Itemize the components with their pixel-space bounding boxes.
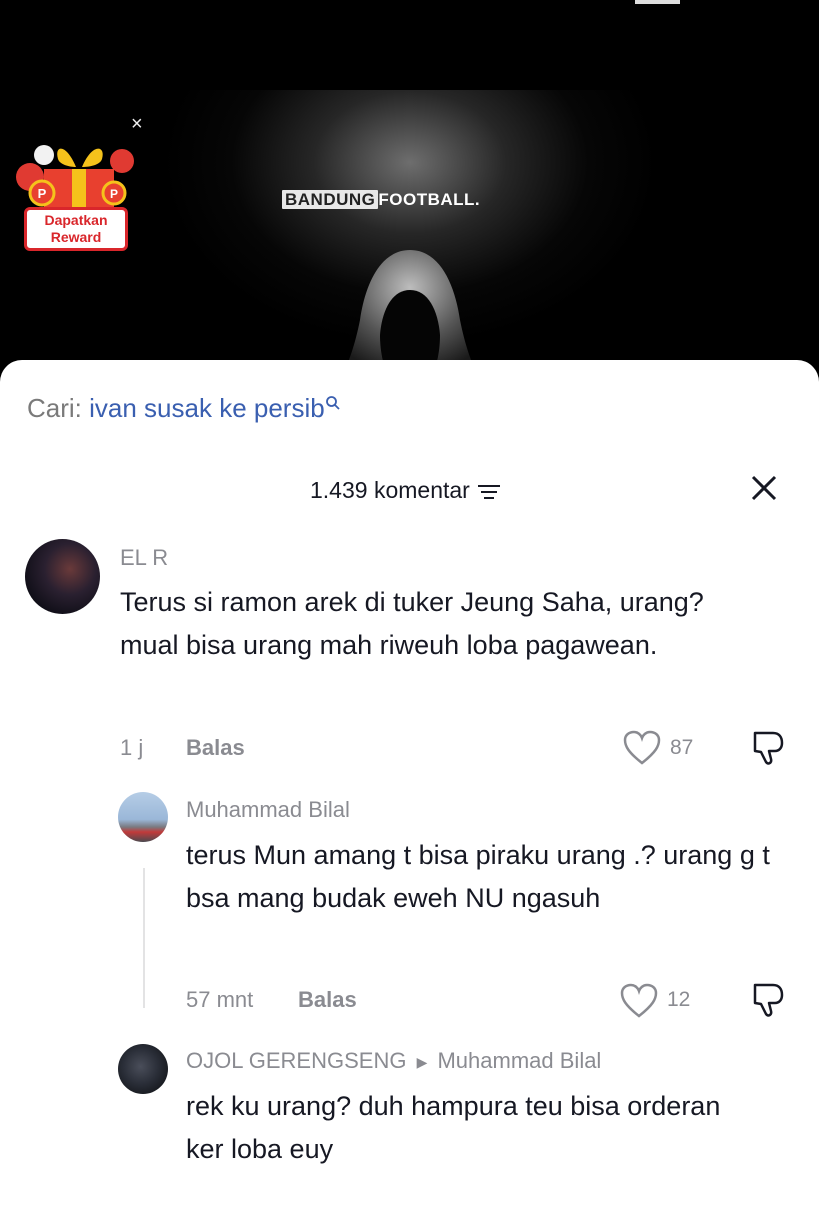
like-count: 87 bbox=[670, 736, 694, 759]
comment-username[interactable]: OJOL GERENGSENG ▶ Muhammad Bilal bbox=[186, 1048, 601, 1074]
search-query[interactable]: ivan susak ke persib bbox=[89, 393, 325, 423]
status-indicator bbox=[635, 0, 680, 4]
reward-label[interactable]: Dapatkan Reward bbox=[24, 207, 128, 251]
thread-line bbox=[143, 868, 145, 1008]
reward-close-icon[interactable]: × bbox=[131, 113, 143, 136]
reply-arrow-icon: ▶ bbox=[416, 1053, 428, 1070]
comment-count: 1.439 komentar bbox=[310, 477, 470, 503]
reward-widget[interactable]: P P Dapatkan Reward bbox=[14, 135, 138, 257]
hooded-figure-image bbox=[342, 250, 478, 375]
comment-text: terus Mun amang t bisa piraku urang .? u… bbox=[186, 840, 770, 913]
video-brand-watermark: BANDUNG FOOTBALL. bbox=[282, 190, 480, 210]
reply-button[interactable]: Balas bbox=[186, 735, 245, 761]
close-icon[interactable] bbox=[748, 472, 780, 504]
filter-icon[interactable] bbox=[476, 483, 502, 501]
avatar[interactable] bbox=[118, 792, 168, 842]
comment-time: 1 j bbox=[120, 735, 144, 760]
comment-time: 57 mnt bbox=[186, 987, 254, 1012]
comment-username[interactable]: EL R bbox=[120, 545, 168, 571]
search-suggestion[interactable]: Cari: ivan susak ke persib bbox=[27, 393, 341, 424]
video-player[interactable]: BANDUNG FOOTBALL. P P Dapatkan Reward × bbox=[0, 0, 819, 380]
dislike-icon[interactable] bbox=[749, 729, 787, 767]
heart-icon[interactable] bbox=[620, 983, 658, 1019]
gift-icon: P P bbox=[16, 145, 134, 209]
search-prefix: Cari: bbox=[27, 393, 82, 423]
heart-icon[interactable] bbox=[623, 730, 661, 766]
reply-to-username[interactable]: Muhammad Bilal bbox=[437, 1048, 601, 1073]
reply-button[interactable]: Balas bbox=[298, 987, 357, 1013]
avatar[interactable] bbox=[118, 1044, 168, 1094]
like-count: 12 bbox=[667, 988, 691, 1011]
comment-text: Terus si ramon arek di tuker Jeung Saha,… bbox=[120, 587, 704, 660]
comment-text: rek ku urang? duh hampura teu bisa order… bbox=[186, 1091, 721, 1164]
svg-text:P: P bbox=[38, 186, 47, 201]
svg-text:P: P bbox=[110, 187, 118, 201]
comment-username[interactable]: Muhammad Bilal bbox=[186, 797, 350, 823]
comment-count-header[interactable]: 1.439 komentar bbox=[310, 477, 502, 504]
search-icon bbox=[325, 396, 340, 410]
dislike-icon[interactable] bbox=[749, 981, 787, 1019]
avatar[interactable] bbox=[25, 539, 100, 614]
